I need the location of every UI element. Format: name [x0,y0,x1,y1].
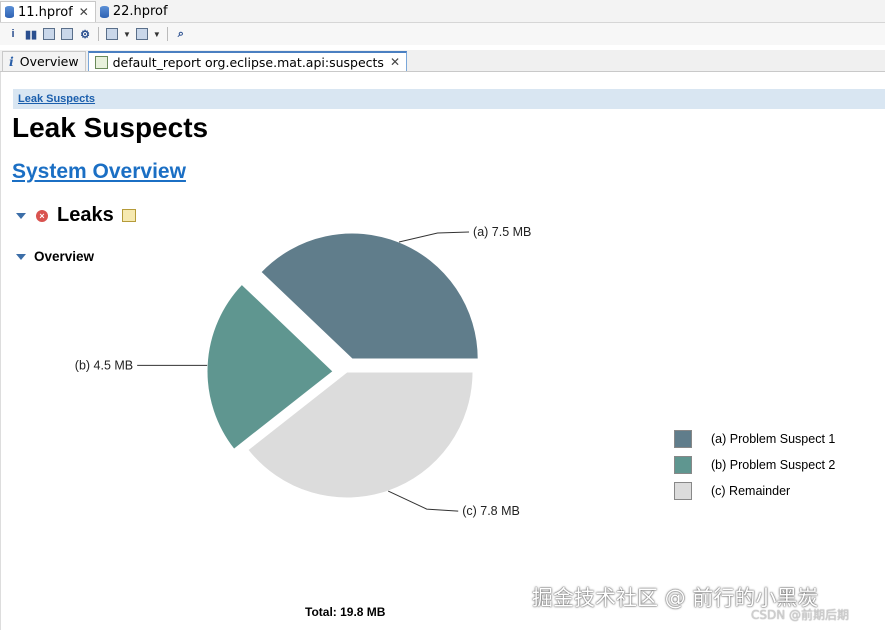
info-icon: i [9,54,14,69]
legend-label: (b) Problem Suspect 2 [711,458,836,472]
query-browser-icon[interactable] [135,27,149,41]
database-icon [99,5,109,18]
info-icon[interactable]: i [6,27,20,41]
chevron-down-icon[interactable]: ▼ [153,30,161,39]
slice-label: (c) 7.8 MB [462,504,520,518]
csdn-watermark: CSDN @前期后期 [751,608,850,622]
thread-overview-icon[interactable]: ⚙ [78,27,92,41]
slice-label: (b) 4.5 MB [75,358,133,372]
legend-label: (c) Remainder [711,484,791,498]
chart-legend: (a) Problem Suspect 1 (b) Problem Suspec… [674,426,835,504]
legend-swatch [674,482,692,500]
leader-line [398,231,470,243]
leader-line [387,490,459,512]
editor-tab-11-hprof[interactable]: 11.hprof ✕ [0,1,96,22]
chevron-down-icon[interactable]: ▼ [123,30,131,39]
close-icon[interactable]: ✕ [79,5,89,19]
tab-default-report[interactable]: default_report org.eclipse.mat.api:suspe… [87,51,407,71]
toolbar: i ▮▮ ⚙ ▼ ▼ ⌕ [0,23,885,45]
legend-item: (b) Problem Suspect 2 [674,452,835,478]
legend-label: (a) Problem Suspect 1 [711,432,836,446]
legend-item: (a) Problem Suspect 1 [674,426,835,452]
oql-icon[interactable] [60,27,74,41]
editor-tab-22-hprof[interactable]: 22.hprof [96,1,174,22]
tab-overview[interactable]: i Overview [2,51,86,71]
run-report-icon[interactable] [105,27,119,41]
report-icon [94,55,108,69]
legend-swatch [674,430,692,448]
legend-item: (c) Remainder [674,478,835,504]
report-tab-bar: i Overview default_report org.eclipse.ma… [0,50,885,72]
toolbar-separator [166,27,168,41]
dominator-tree-icon[interactable] [42,27,56,41]
editor-tab-bar: 11.hprof ✕ 22.hprof [0,0,885,23]
close-icon[interactable]: ✕ [390,55,400,69]
chart-total: Total: 19.8 MB [305,605,386,619]
pie-chart: (a) 7.5 MB (b) 4.5 MB (c) 7.8 MB [75,225,532,518]
find-object-icon[interactable]: ⌕ [174,27,188,41]
histogram-icon[interactable]: ▮▮ [24,27,38,41]
slice-label: (a) 7.5 MB [473,225,531,239]
tab-label: default_report org.eclipse.mat.api:suspe… [112,54,384,70]
database-icon [5,6,14,18]
tab-label: Overview [19,54,79,69]
editor-tab-label: 22.hprof [112,4,168,19]
report-content: Leak Suspects Leak Suspects System Overv… [0,72,885,630]
legend-swatch [674,456,692,474]
editor-tab-label: 11.hprof [18,4,73,20]
toolbar-separator [98,27,99,41]
